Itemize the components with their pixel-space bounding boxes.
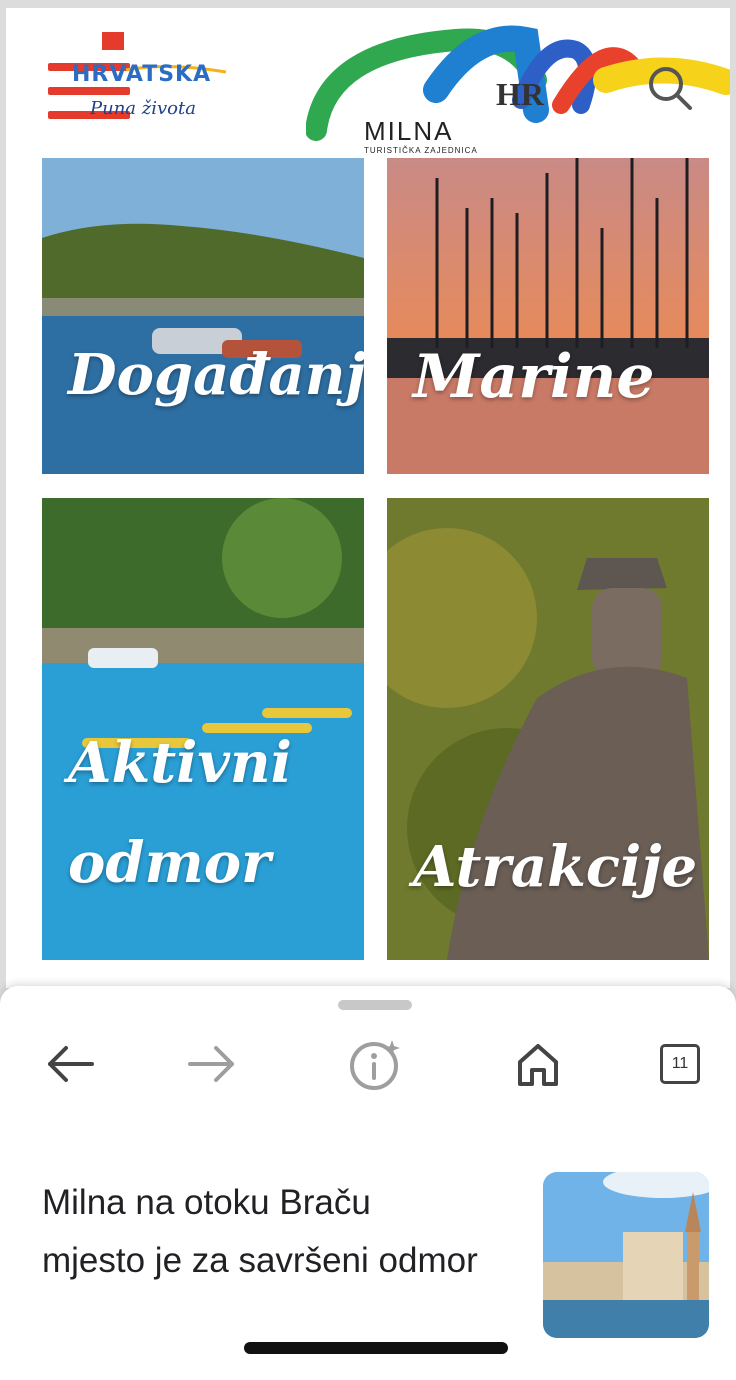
search-button[interactable] [646,64,694,112]
tile-label-line1: Aktivni [68,730,292,796]
forward-button[interactable] [182,1034,242,1094]
article-title[interactable]: Milna na otoku Braču mjesto je za savrše… [42,1174,482,1290]
sea-boats-image [42,158,364,474]
arrow-left-icon [48,1046,94,1082]
milna-logo-hr: HR [496,76,544,112]
milna-harbor-image [543,1172,709,1338]
marina-sunset-image [387,158,709,474]
hrvatska-logo-text: HRVATSKA [72,62,212,87]
home-button[interactable] [508,1034,568,1094]
info-sparkle-icon [350,1040,400,1090]
milna-logo-name: MILNA [364,116,454,146]
hrvatska-logo: HRVATSKA Puna života [56,32,236,132]
browser-bottom-sheet: 11 Milna na otoku Braču mjesto je za sav… [0,986,736,1380]
search-icon [649,67,692,110]
home-icon [518,1044,558,1086]
website-page: HRVATSKA Puna života HR MILNA TURISTIČKA… [6,8,730,988]
tab-count: 11 [671,1055,689,1072]
page-info-button[interactable] [346,1034,406,1094]
tab-count-icon: 11 [660,1044,700,1084]
sheet-drag-handle[interactable] [338,1000,412,1010]
tile-label: Marine [413,342,655,412]
tile-aktivni-odmor[interactable]: Aktivni odmor [42,498,364,960]
tile-atrakcije[interactable]: Atrakcije [387,498,709,960]
arrow-right-icon [188,1046,234,1082]
tile-label: Atrakcije [413,834,698,900]
back-button[interactable] [40,1034,100,1094]
tile-label-line2: odmor [68,830,271,896]
tile-dogadanja[interactable]: Događanja [42,158,364,474]
tabs-button[interactable]: 11 [650,1034,710,1094]
hrvatska-logo-subtitle: Puna života [90,98,196,119]
tile-label: Događanja [68,342,364,408]
milna-logo-tagline: TURISTIČKA ZAJEDNICA [364,146,478,155]
article-thumbnail[interactable] [543,1172,709,1338]
home-indicator [244,1342,508,1354]
tile-marine[interactable]: Marine [387,158,709,474]
